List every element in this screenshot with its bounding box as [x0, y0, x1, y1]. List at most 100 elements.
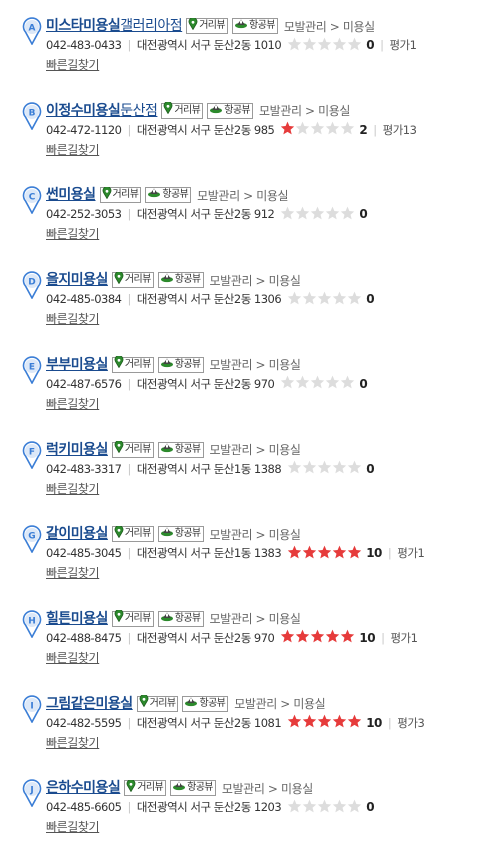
star-icon: [280, 375, 295, 392]
aerial-view-button[interactable]: 항공뷰: [157, 441, 204, 458]
street-view-button[interactable]: 거리뷰: [111, 440, 154, 458]
quick-route-link[interactable]: 빠른길찾기: [46, 649, 100, 666]
star-rating: [287, 714, 362, 731]
map-marker-icon[interactable]: CC: [22, 186, 42, 215]
quick-route-link[interactable]: 빠른길찾기: [46, 395, 100, 412]
aerial-view-button[interactable]: 항공뷰: [182, 695, 229, 712]
address: 대전광역시 서구 둔산2동 1010: [136, 38, 282, 52]
aerial-view-button[interactable]: 항공뷰: [157, 610, 204, 627]
place-name-link[interactable]: 부부미용실: [46, 356, 108, 374]
phone-number: 042-482-5595: [46, 715, 122, 730]
category-label: 모발관리 > 미용실: [234, 697, 326, 712]
rating-score: 0: [366, 800, 375, 815]
category-label: 모발관리 > 미용실: [209, 527, 301, 542]
eval-count: | 평가3: [387, 715, 425, 730]
aerial-view-button[interactable]: 항공뷰: [207, 102, 254, 119]
star-icon: [332, 714, 347, 731]
category-label: 모발관리 > 미용실: [209, 443, 301, 457]
quick-route-link[interactable]: 빠른길찾기: [46, 734, 100, 751]
map-marker-icon[interactable]: JJ: [22, 779, 42, 808]
star-icon: [325, 206, 340, 223]
quick-route-link[interactable]: 빠른길찾기: [46, 310, 100, 327]
star-rating: [287, 799, 362, 816]
aerial-view-button[interactable]: 항공뷰: [145, 187, 192, 204]
star-icon: [340, 121, 355, 138]
aerial-view-button[interactable]: 항공뷰: [157, 526, 204, 543]
rating-score: 0: [359, 376, 368, 391]
svg-text:F: F: [29, 447, 35, 457]
aerial-view-button[interactable]: 항공뷰: [157, 356, 204, 373]
star-icon: [347, 799, 362, 816]
quick-route-link[interactable]: 빠른길찾기: [46, 480, 100, 497]
quick-route-link[interactable]: 빠른길찾기: [46, 141, 100, 158]
address: 대전광역시 서구 둔산1동 1383: [136, 546, 282, 561]
place-name-link[interactable]: 썬미용실: [46, 186, 96, 204]
star-icon: [325, 121, 340, 138]
divider: |: [127, 630, 131, 645]
star-icon: [317, 37, 332, 54]
pin-icon: [126, 778, 137, 797]
star-icon: [340, 629, 355, 646]
map-marker-icon[interactable]: GG: [22, 525, 42, 554]
star-icon: [332, 545, 347, 562]
divider: |: [127, 122, 131, 137]
result-item: AA미스타미용실갤러리아점거리뷰항공뷰 모발관리 > 미용실 042-483-043…: [0, 16, 486, 89]
map-marker-icon[interactable]: EE: [22, 356, 42, 384]
street-view-button[interactable]: 거리뷰: [161, 101, 204, 119]
rating-score: 0: [366, 292, 375, 307]
aerial-view-button[interactable]: 항공뷰: [170, 780, 216, 797]
divider: |: [127, 461, 131, 476]
star-icon: [302, 545, 317, 562]
category-label: 모발관리 > 미용실: [209, 358, 301, 373]
place-name-link[interactable]: 그림같은미용실: [46, 695, 133, 713]
place-name-link[interactable]: 럭키미용실: [46, 441, 108, 459]
place-name-link[interactable]: 갈이미용실: [46, 525, 108, 543]
street-view-button[interactable]: 거리뷰: [111, 524, 154, 543]
star-icon: [325, 629, 340, 646]
rating-score: 10: [366, 715, 382, 730]
place-name-link[interactable]: 을지미용실: [46, 271, 108, 289]
street-view-button[interactable]: 거리뷰: [186, 16, 228, 35]
quick-route-link[interactable]: 빠른길찾기: [46, 818, 100, 835]
aerial-view-button[interactable]: 항공뷰: [157, 272, 204, 289]
airplane-icon: [234, 18, 249, 34]
airplane-icon: [147, 187, 162, 203]
star-icon: [295, 206, 310, 223]
airplane-icon: [160, 611, 175, 627]
star-icon: [295, 375, 310, 392]
map-marker-icon[interactable]: FF: [22, 440, 42, 469]
place-name-link[interactable]: 힐튼미용실: [46, 610, 108, 628]
divider: |: [127, 376, 131, 391]
street-view-button[interactable]: 거리뷰: [111, 270, 154, 289]
map-marker-icon[interactable]: DD: [22, 271, 42, 300]
quick-route-link[interactable]: 빠른길찾기: [46, 564, 100, 581]
map-marker-icon[interactable]: HH: [22, 610, 42, 638]
street-view-button[interactable]: 거리뷰: [99, 186, 142, 204]
street-view-button[interactable]: 거리뷰: [124, 778, 167, 797]
street-view-button[interactable]: 거리뷰: [136, 694, 179, 712]
map-marker-icon[interactable]: II: [22, 694, 42, 723]
place-name-link[interactable]: 미스타미용실갤러리아점: [46, 17, 183, 35]
star-icon: [317, 714, 332, 731]
star-icon: [310, 629, 325, 646]
place-name-link[interactable]: 은하수미용실: [46, 779, 121, 797]
star-icon: [302, 799, 317, 816]
star-icon: [332, 37, 347, 54]
quick-route-link[interactable]: 빠른길찾기: [46, 56, 100, 73]
airplane-icon: [160, 272, 175, 288]
pin-icon: [188, 16, 199, 35]
phone-number: 042-485-3045: [46, 546, 122, 561]
star-icon: [280, 121, 295, 138]
map-marker-icon[interactable]: BB: [22, 101, 42, 130]
street-view-button[interactable]: 거리뷰: [111, 609, 154, 627]
map-marker-icon[interactable]: AA: [22, 17, 42, 45]
aerial-view-button[interactable]: 항공뷰: [232, 18, 278, 34]
quick-route-link[interactable]: 빠른길찾기: [46, 225, 100, 242]
star-icon: [317, 545, 332, 562]
place-name-link[interactable]: 이정수미용실둔산점: [46, 102, 158, 120]
divider: |: [127, 38, 131, 52]
star-icon: [347, 460, 362, 477]
result-item: GG갈이미용실거리뷰항공뷰 모발관리 > 미용실 042-485-3045 | 대전광역…: [0, 524, 486, 597]
result-item: HH힐튼미용실거리뷰항공뷰 모발관리 > 미용실 042-488-8475 | 대전광역…: [0, 609, 486, 682]
street-view-button[interactable]: 거리뷰: [111, 355, 154, 373]
